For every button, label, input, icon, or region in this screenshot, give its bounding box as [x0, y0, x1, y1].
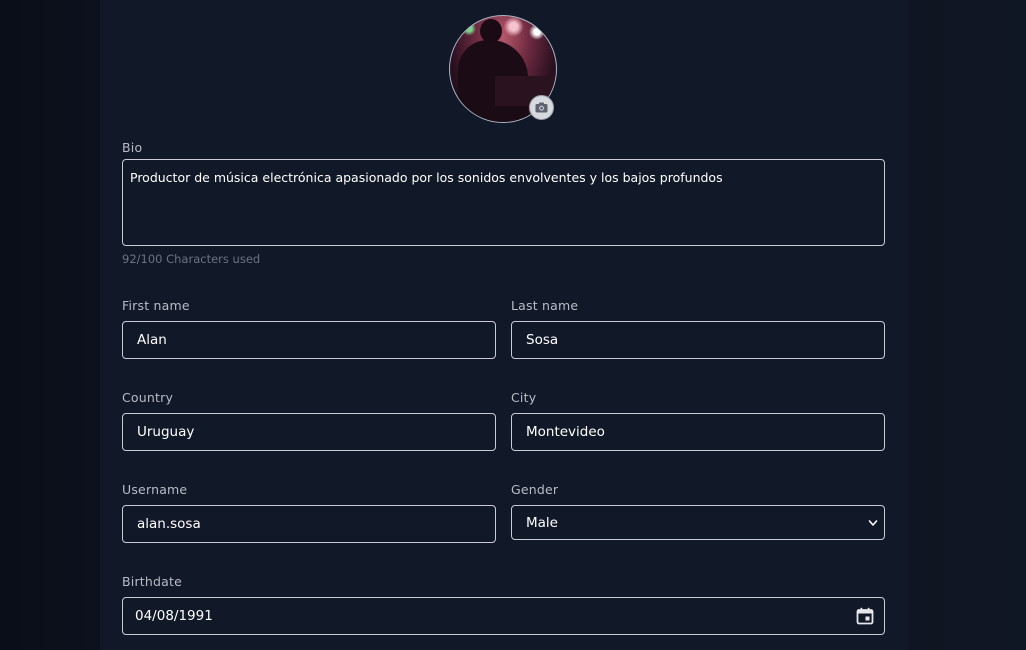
avatar-container	[449, 15, 557, 123]
bio-label: Bio	[122, 140, 143, 155]
username-input[interactable]: alan.sosa	[122, 505, 496, 543]
calendar-icon[interactable]	[856, 607, 874, 625]
chevron-down-icon	[868, 519, 878, 526]
first-name-input[interactable]: Alan	[122, 321, 496, 359]
page-background-right	[908, 0, 1026, 650]
last-name-input[interactable]: Sosa	[511, 321, 885, 359]
bio-textarea[interactable]: Productor de música electrónica apasiona…	[122, 159, 885, 246]
gender-select-value: Male	[526, 514, 558, 531]
country-input[interactable]: Uruguay	[122, 413, 496, 451]
gender-label: Gender	[511, 482, 559, 497]
gender-select[interactable]: Male	[511, 505, 885, 540]
change-photo-button[interactable]	[529, 95, 554, 120]
birthdate-value: 04/08/1991	[135, 608, 213, 624]
birthdate-label: Birthdate	[122, 574, 182, 589]
camera-icon	[535, 102, 548, 113]
page-background-left	[0, 0, 100, 650]
username-label: Username	[122, 482, 188, 497]
country-label: Country	[122, 390, 174, 405]
first-name-label: First name	[122, 298, 190, 313]
birthdate-input[interactable]: 04/08/1991	[122, 597, 885, 635]
bio-character-counter: 92/100 Characters used	[122, 252, 261, 266]
last-name-label: Last name	[511, 298, 579, 313]
city-input[interactable]: Montevideo	[511, 413, 885, 451]
city-label: City	[511, 390, 537, 405]
